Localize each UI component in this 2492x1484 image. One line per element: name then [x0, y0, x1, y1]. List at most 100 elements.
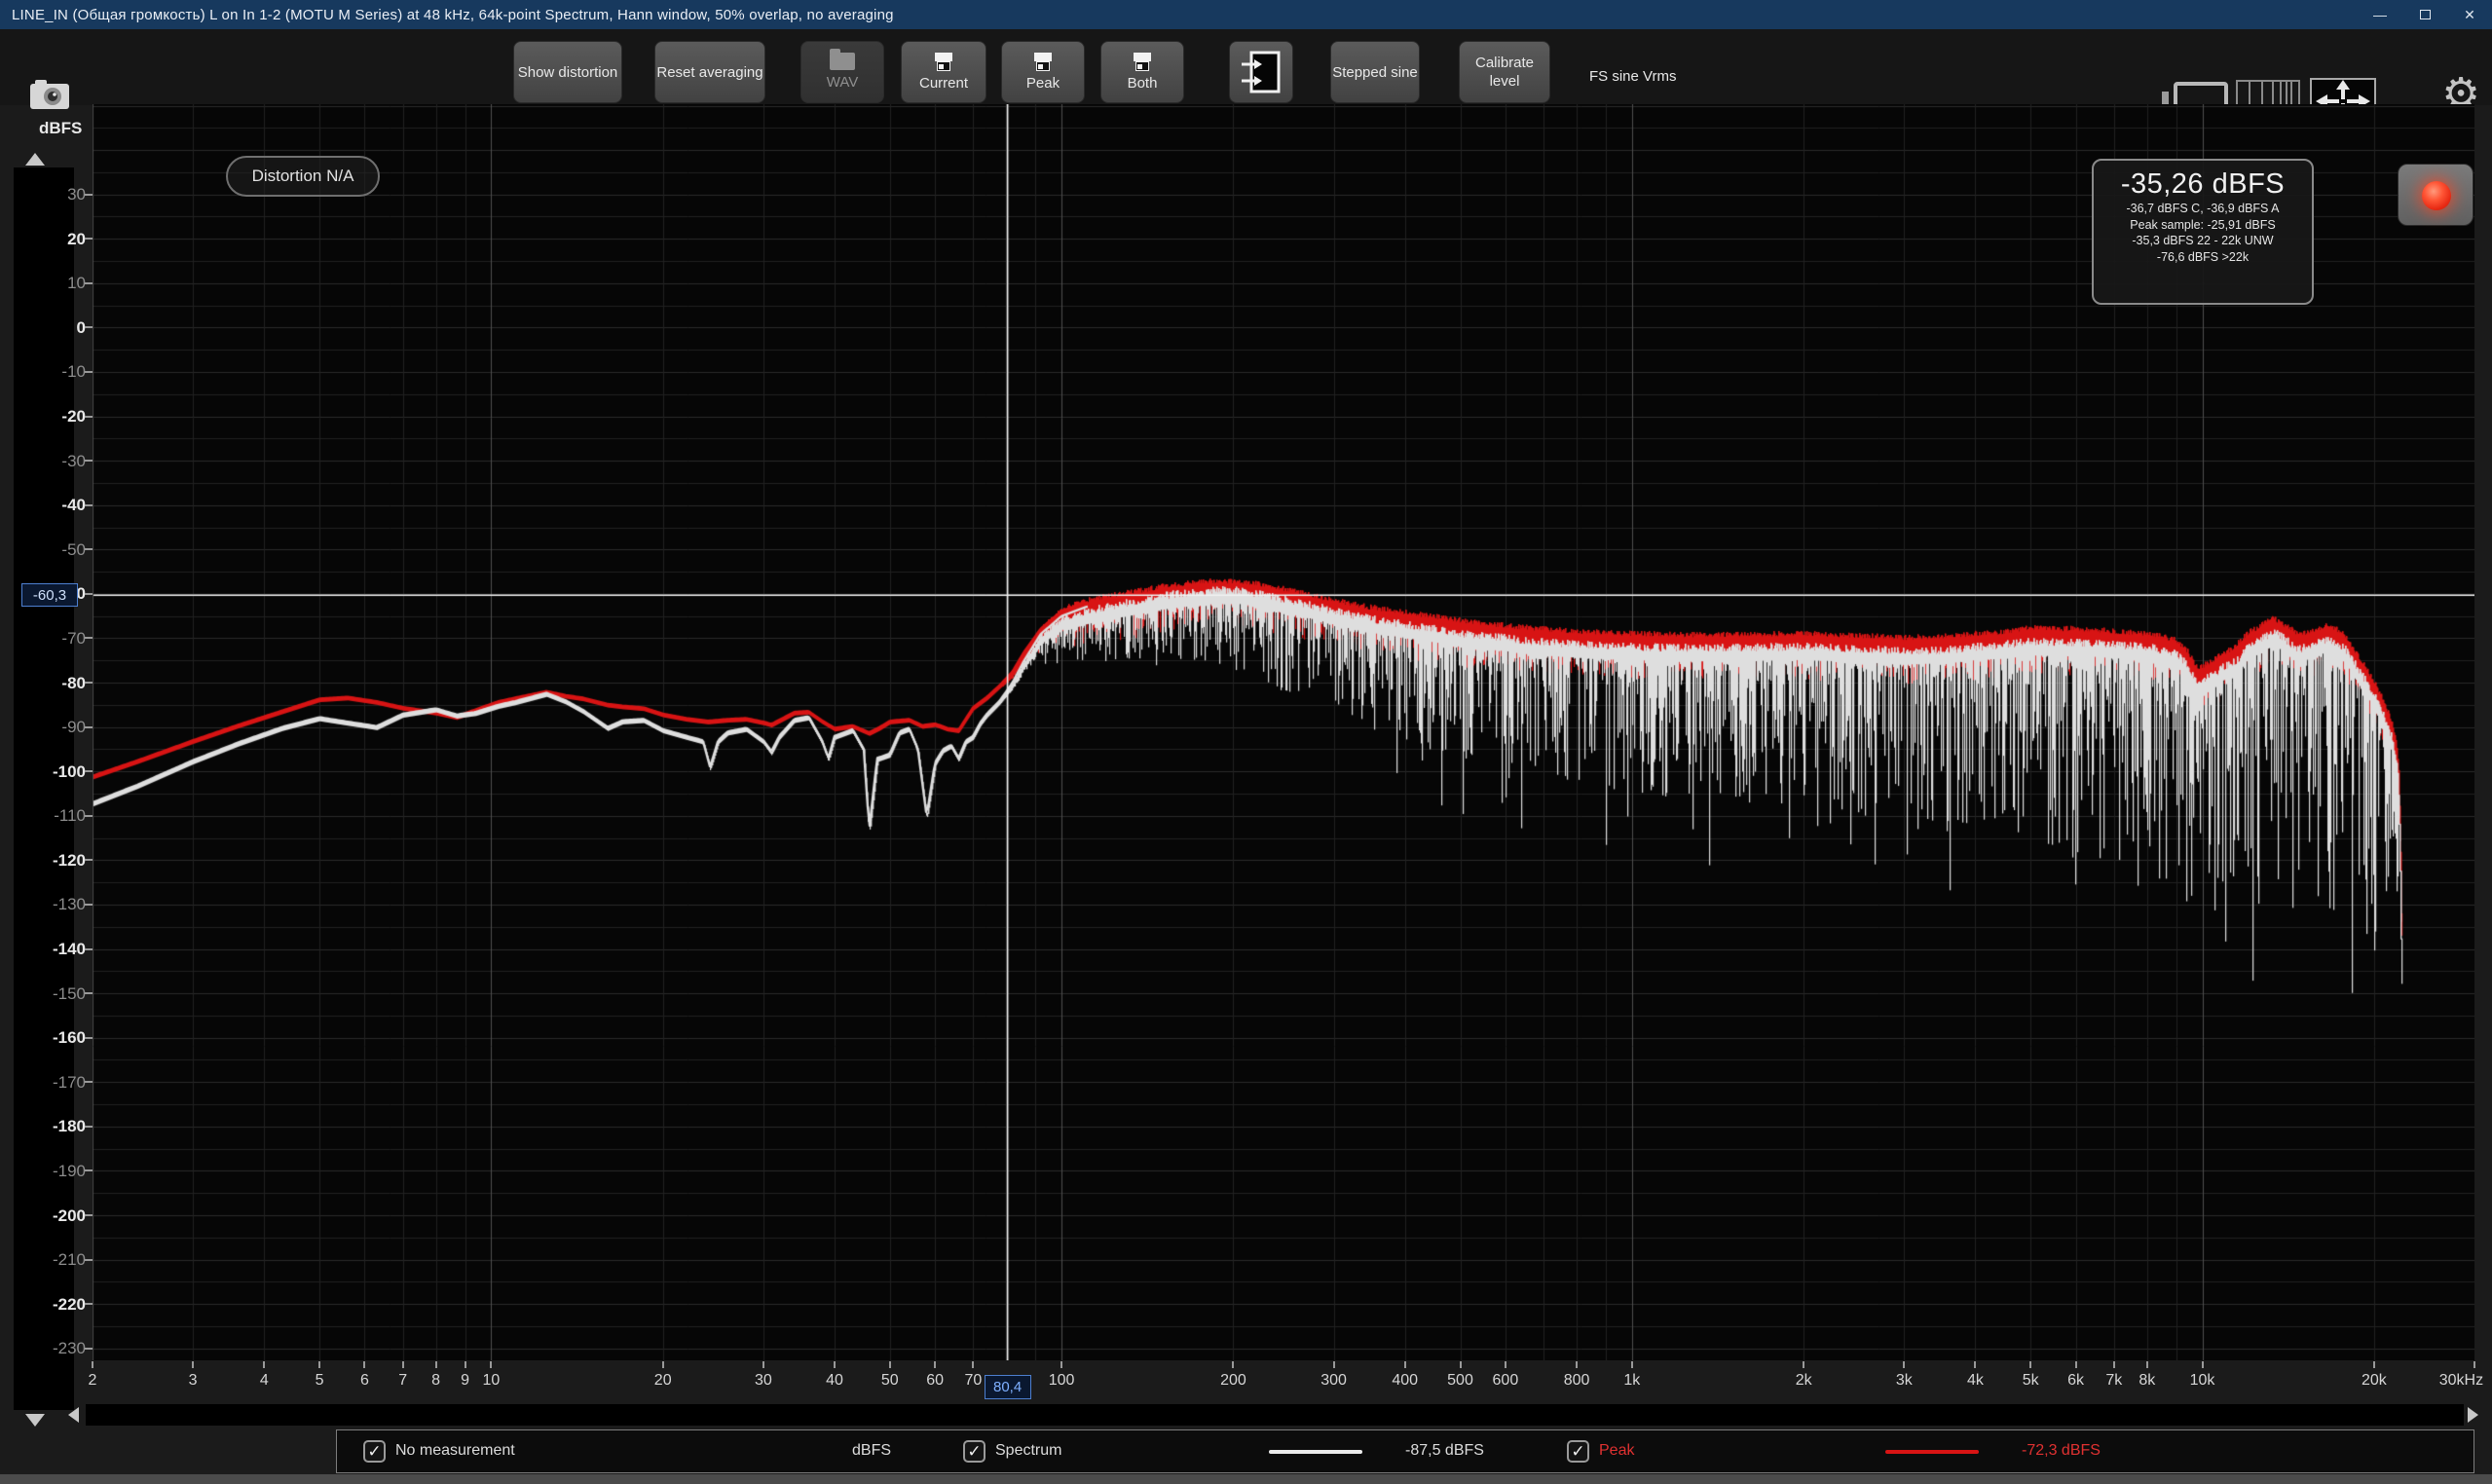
spectrum-cursor-value: -87,5 dBFS: [1405, 1442, 1484, 1460]
x-tick-mark: [1505, 1361, 1506, 1368]
x-tick-label: 2k: [1796, 1372, 1812, 1390]
no-measurement-checkbox[interactable]: ✓: [363, 1440, 386, 1463]
x-tick-mark: [318, 1361, 320, 1368]
x-tick-label: 800: [1564, 1372, 1590, 1390]
scroll-up-arrow[interactable]: [25, 153, 45, 166]
show-distortion-button[interactable]: Show distortion: [513, 41, 622, 103]
x-tick-mark: [834, 1361, 836, 1368]
minimize-button[interactable]: —: [2358, 0, 2402, 29]
y-tick-mark: [85, 282, 93, 284]
x-tick-label: 2: [89, 1372, 97, 1390]
toolbar: Show distortion Reset averaging WAV Curr…: [0, 29, 2492, 105]
y-tick-mark: [85, 1303, 93, 1305]
x-tick-label: 400: [1392, 1372, 1418, 1390]
x-tick-label: 10k: [2190, 1372, 2215, 1390]
close-button[interactable]: ✕: [2447, 0, 2492, 29]
y-tick-label: -230: [23, 1337, 86, 1359]
scroll-right-arrow[interactable]: [2468, 1407, 2478, 1423]
y-tick-label: -50: [23, 538, 86, 561]
y-tick-mark: [85, 548, 93, 550]
x-tick-mark: [2373, 1361, 2375, 1368]
fs-sine-vrms-label: FS sine Vrms: [1589, 68, 1676, 85]
y-tick-mark: [85, 460, 93, 462]
cursor-level-readout[interactable]: -60,3: [21, 583, 78, 607]
save-wav-button[interactable]: WAV: [800, 41, 884, 103]
peak-cursor-value: -72,3 dBFS: [2022, 1442, 2101, 1460]
y-tick-label: -170: [23, 1071, 86, 1094]
x-tick-label: 8k: [2139, 1372, 2155, 1390]
cursor-frequency-readout[interactable]: 80,4: [985, 1375, 1031, 1399]
y-tick-mark: [85, 1037, 93, 1039]
x-tick-mark: [1333, 1361, 1335, 1368]
save-current-button[interactable]: Current: [901, 41, 986, 103]
reset-averaging-button[interactable]: Reset averaging: [654, 41, 765, 103]
maximize-button[interactable]: [2402, 0, 2447, 29]
x-tick-mark: [2029, 1361, 2031, 1368]
x-tick-mark: [972, 1361, 974, 1368]
level-info-box: -35,26 dBFS -36,7 dBFS C, -36,9 dBFS A P…: [2092, 159, 2314, 305]
status-bar: ✓ No measurement dBFS ✓ Spectrum -87,5 d…: [336, 1429, 2474, 1473]
x-tick-mark: [1576, 1361, 1578, 1368]
x-tick-mark: [1460, 1361, 1462, 1368]
spectrum-line-swatch: [1269, 1450, 1362, 1454]
title-bar[interactable]: LINE_IN (Общая громкость) L on In 1-2 (M…: [0, 0, 2492, 29]
y-tick-mark: [85, 770, 93, 772]
x-tick-label: 3k: [1896, 1372, 1913, 1390]
y-tick-mark: [85, 1169, 93, 1171]
y-tick-label: 20: [23, 228, 86, 250]
y-tick-mark: [85, 593, 93, 595]
x-tick-label: 9: [461, 1372, 469, 1390]
save-peak-button[interactable]: Peak: [1001, 41, 1085, 103]
x-tick-label: 70: [964, 1372, 982, 1390]
x-tick-mark: [1974, 1361, 1976, 1368]
y-tick-mark: [85, 1259, 93, 1261]
scroll-left-arrow[interactable]: [68, 1407, 79, 1423]
y-tick-mark: [85, 1214, 93, 1216]
x-tick-mark: [1631, 1361, 1633, 1368]
horizontal-scrollbar[interactable]: [86, 1404, 2464, 1426]
x-tick-mark: [1060, 1361, 1062, 1368]
x-tick-mark: [363, 1361, 365, 1368]
y-tick-mark: [85, 326, 93, 328]
x-tick-label: 200: [1220, 1372, 1246, 1390]
input-routing-button[interactable]: [1229, 41, 1293, 103]
y-tick-label: -90: [23, 716, 86, 738]
peak-label: Peak: [1599, 1442, 1634, 1460]
spectrum-checkbox[interactable]: ✓: [963, 1440, 986, 1463]
y-tick-label: -40: [23, 494, 86, 516]
rms-level-readout: -35,26 dBFS: [2094, 168, 2312, 201]
x-tick-label: 600: [1493, 1372, 1519, 1390]
screenshot-camera-icon[interactable]: [29, 76, 70, 111]
peak-checkbox[interactable]: ✓: [1567, 1440, 1589, 1463]
app-window: LINE_IN (Общая громкость) L on In 1-2 (M…: [0, 0, 2492, 1484]
save-both-button[interactable]: Both: [1100, 41, 1184, 103]
scroll-down-arrow[interactable]: [25, 1414, 45, 1427]
x-tick-label: 4: [260, 1372, 269, 1390]
x-tick-mark: [2075, 1361, 2077, 1368]
x-tick-mark: [1404, 1361, 1406, 1368]
y-tick-mark: [85, 1126, 93, 1128]
x-tick-mark: [1803, 1361, 1804, 1368]
y-tick-mark: [85, 1081, 93, 1083]
band-level-readout: -35,3 dBFS 22 - 22k UNW: [2094, 233, 2312, 249]
x-tick-mark: [934, 1361, 936, 1368]
record-button[interactable]: [2398, 164, 2473, 226]
floppy-disk-icon: [1032, 53, 1054, 72]
x-tick-mark: [889, 1361, 891, 1368]
x-tick-mark: [490, 1361, 492, 1368]
y-tick-mark: [85, 859, 93, 861]
y-tick-label: 10: [23, 272, 86, 294]
calibrate-level-button[interactable]: Calibrate level: [1459, 41, 1550, 103]
x-tick-label: 8: [431, 1372, 440, 1390]
x-tick-mark: [92, 1361, 93, 1368]
y-tick-mark: [85, 948, 93, 950]
y-tick-mark: [85, 815, 93, 817]
floppy-disk-icon: [933, 53, 954, 72]
x-tick-mark: [662, 1361, 664, 1368]
distortion-badge: Distortion N/A: [226, 156, 380, 197]
y-tick-mark: [85, 726, 93, 728]
y-tick-label: -70: [23, 627, 86, 649]
x-tick-label: 100: [1049, 1372, 1075, 1390]
x-tick-label: 50: [881, 1372, 899, 1390]
stepped-sine-button[interactable]: Stepped sine: [1330, 41, 1420, 103]
